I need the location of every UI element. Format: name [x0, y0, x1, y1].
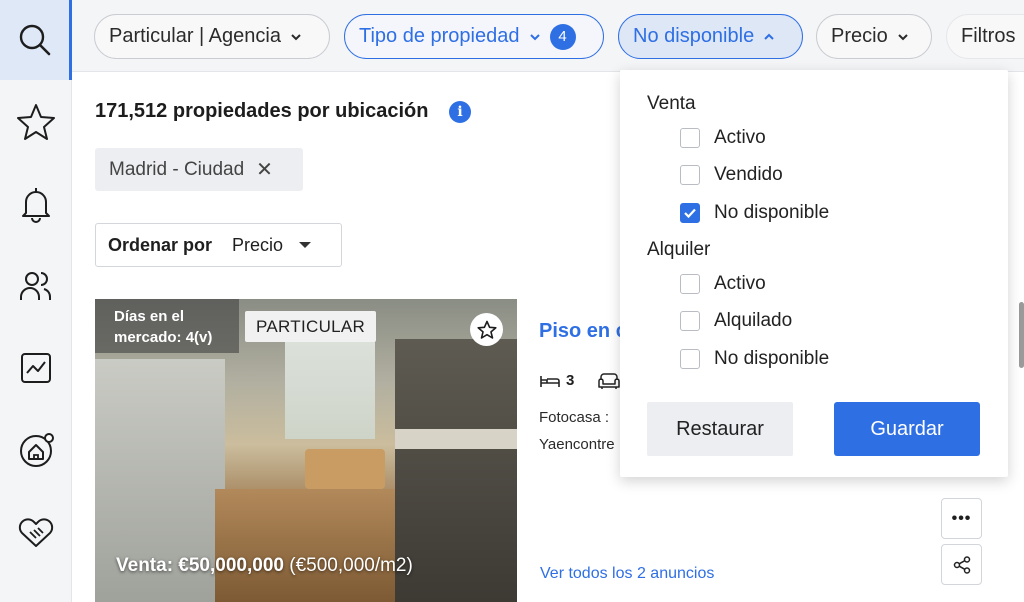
share-icon: [953, 555, 970, 574]
property-type-filter[interactable]: Tipo de propiedad 4: [344, 14, 604, 59]
nav-home-valuation[interactable]: [0, 410, 72, 490]
checkbox[interactable]: [680, 165, 700, 185]
days-on-market-line2: mercado: 4(v): [114, 329, 213, 346]
more-filters-button[interactable]: Filtros: [946, 14, 1024, 59]
sale-option-unavailable[interactable]: No disponible: [680, 202, 829, 224]
days-on-market-line1: Días en el: [114, 308, 185, 325]
bedrooms: 3: [540, 372, 574, 389]
sort-label: Ordenar por: [108, 234, 213, 255]
option-label: Activo: [714, 273, 766, 294]
star-outline-icon: [476, 320, 497, 339]
checkbox[interactable]: [680, 128, 700, 148]
checkbox[interactable]: [680, 311, 700, 331]
sale-option-sold[interactable]: Vendido: [680, 164, 783, 186]
more-horizontal-icon: •••: [951, 509, 972, 527]
check-icon: [684, 208, 696, 219]
days-on-market-badge: Días en el mercado: 4(v): [95, 299, 239, 353]
checkbox[interactable]: [680, 274, 700, 294]
option-label: Activo: [714, 127, 766, 148]
photo-detail: [305, 449, 385, 489]
nav-favorites[interactable]: [0, 82, 72, 162]
listing-source: Yaencontre: [539, 436, 615, 453]
listing-title-link[interactable]: Piso en c: [539, 320, 621, 343]
status-filter[interactable]: No disponible: [618, 14, 803, 59]
chevron-down-icon: [529, 33, 540, 40]
nav-search[interactable]: [0, 0, 72, 80]
chevron-down-icon: [291, 33, 301, 40]
star-icon: [17, 104, 55, 140]
users-icon: [20, 272, 51, 300]
reset-button[interactable]: Restaurar: [647, 402, 793, 456]
photo-detail: [215, 489, 415, 602]
results-count: 171,512 propiedades por ubicación: [95, 100, 429, 122]
price-per-m2: (€500,000/m2): [289, 555, 413, 576]
photo-detail: [285, 329, 375, 439]
photo-detail: [395, 429, 517, 449]
rent-group-label: Alquiler: [647, 239, 711, 260]
more-filters-label: Filtros: [961, 25, 1016, 47]
location-chip: Madrid - Ciudad ✕: [95, 148, 303, 191]
listing-price: Venta: €50,000,000 (€500,000/m2): [116, 555, 413, 577]
status-filter-label: No disponible: [633, 25, 755, 47]
info-icon[interactable]: i: [449, 101, 471, 123]
property-type-label: Tipo de propiedad: [359, 25, 520, 47]
caret-down-icon: [299, 242, 312, 248]
bedrooms-count: 3: [566, 372, 575, 389]
rent-option-active[interactable]: Activo: [680, 273, 766, 295]
see-all-listings-link[interactable]: Ver todos los 2 anuncios: [540, 565, 714, 583]
filter-bar: Particular | Agencia Tipo de propiedad 4…: [72, 0, 1024, 72]
scrollbar-thumb[interactable]: [1019, 302, 1024, 368]
chevron-down-icon: [897, 33, 908, 40]
sofa-icon: [598, 373, 620, 389]
location-chip-label: Madrid - Ciudad: [109, 158, 245, 180]
more-actions-button[interactable]: •••: [941, 498, 982, 539]
property-type-count-badge: 4: [549, 23, 576, 50]
rent-option-rented[interactable]: Alquilado: [680, 310, 792, 332]
sort-dropdown[interactable]: Ordenar por Precio: [95, 223, 342, 267]
bed-icon: [540, 375, 560, 387]
price-filter-label: Precio: [831, 25, 888, 47]
bell-icon: [22, 188, 50, 223]
left-nav-rail: [0, 0, 72, 602]
price-value: Venta: €50,000,000: [116, 555, 284, 576]
close-icon[interactable]: ✕: [256, 157, 273, 182]
seller-type-label: Particular | Agencia: [109, 25, 281, 47]
listing-source: Fotocasa :: [539, 409, 610, 426]
handshake-icon: [18, 518, 54, 547]
option-label: Alquilado: [714, 310, 793, 331]
option-label: No disponible: [714, 202, 830, 223]
photo-detail: [395, 339, 517, 602]
sale-group-label: Venta: [647, 93, 696, 114]
option-label: Vendido: [714, 164, 783, 185]
chevron-up-icon: [764, 33, 774, 40]
share-button[interactable]: [941, 544, 982, 585]
save-button[interactable]: Guardar: [834, 402, 980, 456]
status-filter-panel: Venta Activo Vendido No disponible Alqui…: [620, 70, 1008, 477]
favorite-button[interactable]: [470, 313, 503, 346]
seller-type-filter[interactable]: Particular | Agencia: [94, 14, 330, 59]
checkbox-checked[interactable]: [680, 203, 700, 223]
checkbox[interactable]: [680, 349, 700, 369]
home-target-icon: [20, 433, 54, 467]
nav-analytics[interactable]: [0, 328, 72, 408]
option-label: No disponible: [714, 348, 830, 369]
price-filter[interactable]: Precio: [816, 14, 932, 59]
sale-option-active[interactable]: Activo: [680, 127, 766, 149]
rent-option-unavailable[interactable]: No disponible: [680, 348, 829, 370]
nav-alerts[interactable]: [0, 164, 72, 244]
nav-agreements[interactable]: [0, 492, 72, 572]
search-icon: [19, 24, 50, 56]
chart-icon: [21, 353, 51, 383]
owner-type-badge: PARTICULAR: [245, 311, 377, 342]
nav-contacts[interactable]: [0, 246, 72, 326]
sort-value: Precio: [232, 234, 284, 255]
